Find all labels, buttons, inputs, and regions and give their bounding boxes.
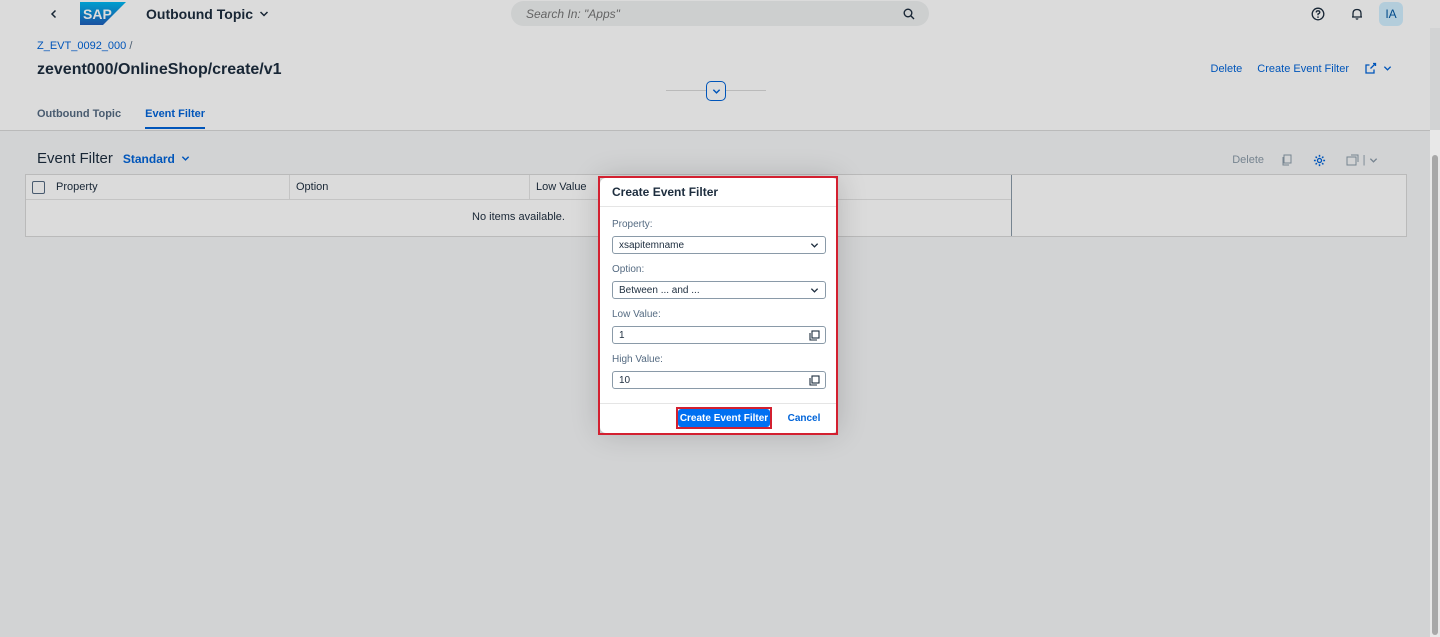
vertical-scrollbar[interactable]	[1430, 130, 1440, 637]
cancel-button[interactable]: Cancel	[782, 409, 826, 427]
scrollbar-thumb[interactable]	[1432, 155, 1438, 635]
dialog-highlight-frame	[598, 176, 838, 435]
create-event-filter-button[interactable]: Create Event Filter	[678, 409, 770, 427]
